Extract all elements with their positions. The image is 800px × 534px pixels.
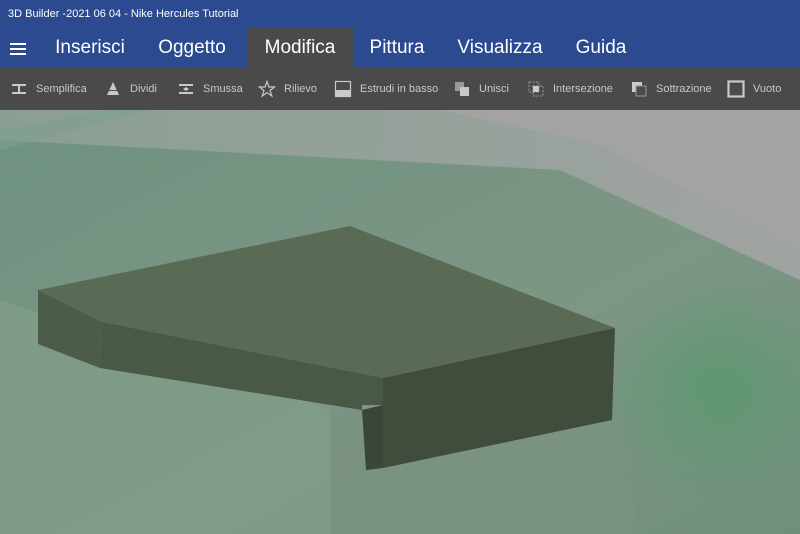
tab-visualizza[interactable]: Visualizza [441,28,559,68]
split-label: Dividi [130,83,157,95]
subtract-icon [630,80,648,98]
simplify-label: Semplifica [36,83,87,95]
extrude-down-label: Estrudi in basso [360,83,439,95]
merge-button[interactable]: Unisci [453,68,509,110]
viewport-scene [0,110,800,534]
hollow-label: Vuoto [753,83,782,95]
tab-inserisci[interactable]: Inserisci [42,28,138,68]
hollow-icon [727,80,745,98]
toolbar: Semplifica Dividi Smussa Rilievo Estrudi… [0,68,800,110]
tab-oggetto[interactable]: Oggetto [140,28,244,68]
intersect-button[interactable]: Intersezione [527,68,613,110]
tab-guida[interactable]: Guida [562,28,640,68]
split-button[interactable]: Dividi [104,68,157,110]
intersect-label: Intersezione [553,83,613,95]
simplify-icon [10,80,28,98]
smooth-icon [177,80,195,98]
emboss-label: Rilievo [284,83,318,95]
merge-icon [453,80,471,98]
smooth-button[interactable]: Smussa [177,68,243,110]
intersect-icon [527,80,545,98]
tab-modifica[interactable]: Modifica [247,28,353,68]
menu-bar: Inserisci Oggetto Modifica Pittura Visua… [0,28,800,68]
subtract-button[interactable]: Sottrazione [630,68,712,110]
smooth-label: Smussa [203,83,243,95]
split-icon [104,80,122,98]
window-title: 3D Builder -2021 06 04 - Nike Hercules T… [0,0,800,28]
hollow-button[interactable]: Vuoto [727,68,781,110]
hamburger-icon[interactable] [10,43,26,55]
3d-viewport[interactable] [0,110,800,534]
simplify-button[interactable]: Semplifica [10,68,87,110]
extrude-down-button[interactable]: Estrudi in basso [334,68,438,110]
emboss-star-icon [258,80,276,98]
tab-pittura[interactable]: Pittura [355,28,439,68]
subtract-label: Sottrazione [656,83,712,95]
extrude-down-icon [334,80,352,98]
merge-label: Unisci [479,83,509,95]
emboss-button[interactable]: Rilievo [258,68,317,110]
